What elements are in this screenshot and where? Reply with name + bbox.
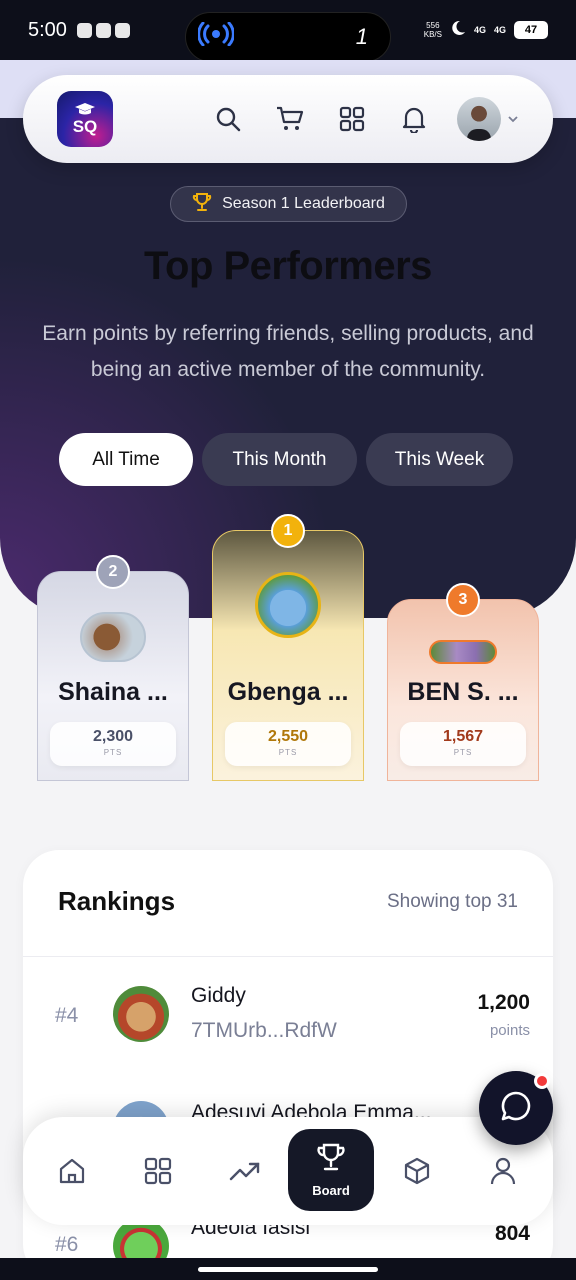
- rank-number: #6: [55, 1233, 79, 1256]
- season-label: Season 1 Leaderboard: [222, 195, 385, 212]
- signal-label-1: 4G: [473, 24, 486, 35]
- trending-icon[interactable]: [225, 1151, 265, 1191]
- notification-icons: [76, 22, 130, 38]
- podium-name: Gbenga ...: [227, 678, 349, 706]
- home-indicator: [0, 1258, 576, 1280]
- podium-third[interactable]: 3 BEN S. ... 1,567 PTS: [387, 583, 539, 781]
- avatar: [255, 572, 321, 638]
- points-box: 2,550 PTS: [225, 722, 351, 766]
- signal-label-2: 4G: [493, 24, 506, 35]
- search-icon[interactable]: [213, 104, 243, 134]
- notification-dot: [534, 1073, 550, 1089]
- box-icon[interactable]: [397, 1151, 437, 1191]
- user-name: Giddy: [191, 984, 246, 1007]
- notification-icon: [76, 22, 92, 38]
- user-points: 1,200: [477, 991, 530, 1014]
- table-row[interactable]: #4 Giddy 7TMUrb...RdfW 1,200 points: [23, 958, 553, 1068]
- island-counter: 1: [355, 24, 368, 49]
- podium-name: BEN S. ...: [407, 678, 519, 706]
- rankings-title: Rankings: [58, 886, 176, 916]
- notification-icon: [95, 22, 111, 38]
- points-unit: PTS: [103, 748, 123, 757]
- rank-badge: 2: [96, 555, 130, 589]
- page-title: Top Performers: [144, 244, 432, 288]
- rank-number: #4: [55, 1004, 79, 1027]
- moon-icon: [450, 20, 466, 39]
- tab-all-time[interactable]: All Time: [59, 433, 193, 486]
- net-speed-unit: KB/S: [423, 29, 442, 39]
- points-unit: PTS: [278, 748, 298, 757]
- avatar: [113, 986, 169, 1042]
- podium-second[interactable]: 2 Shaina ... 2,300 PTS: [37, 555, 189, 781]
- rank-badge: 3: [446, 583, 480, 617]
- grid-icon[interactable]: [337, 104, 367, 134]
- app-header: SQ: [23, 75, 553, 163]
- notification-icon: [114, 22, 130, 38]
- header-actions: [213, 104, 429, 134]
- status-indicators: 556 KB/S 4G 4G 47: [424, 20, 548, 39]
- cart-icon[interactable]: [275, 104, 305, 134]
- network-speed: 556 KB/S: [424, 21, 442, 39]
- points-value: 1,567: [442, 728, 484, 745]
- status-bar: 5:00 1 556 KB/S 4G 4G 47: [0, 0, 576, 62]
- trophy-icon: [316, 1142, 346, 1175]
- rank-badge: 1: [271, 514, 305, 548]
- season-badge: Season 1 Leaderboard: [170, 186, 407, 222]
- avatar: [80, 612, 146, 662]
- avatar: [429, 640, 497, 664]
- points-label: points: [489, 1022, 530, 1039]
- time-filter-tabs: All Time This Month This Week: [59, 433, 513, 486]
- points-box: 2,300 PTS: [50, 722, 176, 766]
- points-value: 2,300: [92, 728, 134, 745]
- app-logo[interactable]: SQ: [57, 91, 113, 147]
- user-points: 804: [494, 1222, 530, 1245]
- net-speed-value: 556: [426, 20, 440, 30]
- trophy-icon: [192, 192, 212, 217]
- bottom-nav: Board: [23, 1117, 553, 1225]
- chat-button[interactable]: [479, 1071, 553, 1145]
- nav-board-label: Board: [312, 1183, 350, 1198]
- page-subtitle: Earn points by referring friends, sellin…: [42, 322, 534, 381]
- dynamic-island[interactable]: 1: [185, 12, 391, 62]
- divider: [23, 956, 553, 957]
- podium-name: Shaina ...: [58, 678, 168, 706]
- points-value: 2,550: [267, 728, 309, 745]
- home-icon[interactable]: [52, 1151, 92, 1191]
- points-unit: PTS: [453, 748, 473, 757]
- tab-this-week[interactable]: This Week: [366, 433, 513, 486]
- bell-icon[interactable]: [399, 104, 429, 134]
- user-icon[interactable]: [483, 1151, 523, 1191]
- rankings-count: Showing top 31: [387, 891, 518, 912]
- profile-menu[interactable]: [457, 97, 519, 141]
- tab-this-month[interactable]: This Month: [202, 433, 357, 486]
- chevron-down-icon[interactable]: [507, 110, 519, 128]
- logo-text: SQ: [72, 117, 98, 136]
- battery-icon: 47: [514, 20, 548, 39]
- nav-board-button[interactable]: Board: [288, 1129, 374, 1211]
- podium-first[interactable]: 1 Gbenga ... 2,550 PTS: [212, 514, 364, 781]
- apps-icon[interactable]: [138, 1151, 178, 1191]
- chat-icon: [499, 1089, 533, 1128]
- user-handle: 7TMUrb...RdfW: [191, 1019, 337, 1042]
- broadcast-icon: [197, 21, 235, 52]
- points-box: 1,567 PTS: [400, 722, 526, 766]
- avatar[interactable]: [457, 97, 501, 141]
- status-time: 5:00: [28, 18, 67, 41]
